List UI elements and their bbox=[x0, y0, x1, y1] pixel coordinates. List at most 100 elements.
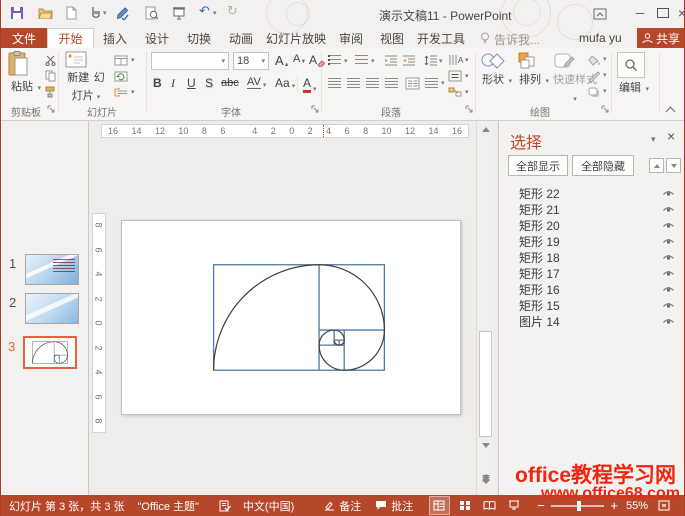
shape-effects-dropdown[interactable]: ▾ bbox=[603, 88, 607, 95]
slideshow-view-button[interactable] bbox=[505, 497, 523, 514]
format-painter-icon[interactable] bbox=[43, 86, 57, 98]
selection-item[interactable]: 矩形 20 bbox=[499, 217, 685, 233]
selection-item[interactable]: 矩形 22 bbox=[499, 185, 685, 201]
shape-effects-icon[interactable] bbox=[587, 86, 601, 98]
selection-item[interactable]: 矩形 17 bbox=[499, 265, 685, 281]
tab-design[interactable]: 设计 bbox=[136, 28, 178, 48]
text-direction-icon[interactable]: A bbox=[447, 54, 463, 66]
layout-dropdown[interactable]: ▾ bbox=[131, 57, 135, 64]
slide-sorter-view-button[interactable] bbox=[456, 497, 474, 514]
shape-fill-dropdown[interactable]: ▾ bbox=[603, 56, 607, 63]
font-name-combo[interactable]: ▾ bbox=[151, 52, 229, 70]
bold-button[interactable]: B bbox=[153, 76, 162, 90]
open-icon[interactable] bbox=[37, 5, 53, 21]
zoom-slider[interactable] bbox=[551, 505, 605, 507]
clear-formatting-button[interactable]: A bbox=[309, 53, 325, 67]
shape-outline-dropdown[interactable]: ▾ bbox=[603, 72, 607, 79]
zoom-percentage[interactable]: 55% bbox=[626, 500, 648, 512]
reset-slide-icon[interactable] bbox=[113, 70, 129, 82]
new-file-icon[interactable] bbox=[63, 5, 79, 21]
align-text-icon[interactable] bbox=[447, 70, 463, 82]
tab-file[interactable]: 文件 bbox=[1, 28, 47, 48]
drawing-dialog-launcher[interactable] bbox=[601, 105, 609, 113]
ribbon-display-options-icon[interactable] bbox=[591, 6, 609, 21]
font-dialog-launcher[interactable] bbox=[311, 105, 319, 113]
line-spacing-icon[interactable] bbox=[423, 54, 438, 66]
strikethrough-button[interactable]: abc bbox=[221, 77, 239, 89]
undo-dropdown[interactable]: ▾ bbox=[213, 10, 217, 17]
section-icon[interactable] bbox=[113, 86, 129, 98]
tab-review[interactable]: 审阅 bbox=[330, 28, 372, 48]
touch-mode-dropdown[interactable]: ▾ bbox=[103, 10, 107, 17]
shape-outline-icon[interactable] bbox=[587, 70, 601, 82]
shrink-font-button[interactable]: A▼ bbox=[293, 53, 306, 65]
undo-icon[interactable]: ↶ bbox=[199, 3, 210, 19]
selection-item[interactable]: 矩形 18 bbox=[499, 249, 685, 265]
columns-boxed-icon[interactable] bbox=[404, 76, 420, 90]
align-center-icon[interactable] bbox=[347, 78, 360, 88]
convert-smartart-icon[interactable] bbox=[447, 86, 463, 98]
text-shadow-button[interactable]: S bbox=[205, 76, 213, 90]
reorder-up-button[interactable] bbox=[649, 158, 664, 173]
clipboard-dialog-launcher[interactable] bbox=[47, 105, 55, 113]
copy-icon[interactable] bbox=[43, 70, 57, 82]
arrange-button[interactable]: 排列 ▾ bbox=[517, 52, 551, 88]
scroll-up-arrow[interactable] bbox=[482, 127, 490, 132]
font-color-button[interactable]: A▾ bbox=[303, 76, 317, 93]
notes-icon[interactable]: 备注 bbox=[324, 498, 361, 514]
pane-options-dropdown[interactable]: ▾ bbox=[651, 135, 656, 144]
shapes-button[interactable]: 形状 ▾ bbox=[480, 52, 514, 88]
account-user-name[interactable]: mufa yu bbox=[579, 31, 622, 45]
grow-font-button[interactable]: A▲ bbox=[275, 53, 290, 68]
close-button[interactable]: × bbox=[674, 4, 685, 21]
numbering-dropdown[interactable]: ▾ bbox=[371, 58, 375, 65]
share-button[interactable]: 共享 bbox=[637, 28, 685, 48]
theme-name[interactable]: "Office 主题" bbox=[138, 498, 199, 514]
slide-editing-area[interactable]: 1614121086420246810121416 8 6 4 2 0 2 4 … bbox=[89, 121, 498, 495]
slide-thumbnail-2[interactable] bbox=[25, 293, 79, 324]
reading-view-button[interactable] bbox=[480, 497, 498, 514]
tab-slideshow[interactable]: 幻灯片放映 bbox=[262, 28, 330, 48]
layout-icon[interactable] bbox=[113, 54, 129, 66]
zoom-slider-thumb[interactable] bbox=[577, 501, 581, 511]
slide-thumbnail-1[interactable] bbox=[25, 254, 79, 285]
save-icon[interactable] bbox=[9, 5, 25, 21]
eye-visibility-icon[interactable] bbox=[662, 253, 675, 261]
spelling-icon[interactable] bbox=[115, 5, 131, 21]
tab-view[interactable]: 视图 bbox=[372, 28, 412, 48]
tab-home-selected[interactable]: 开始 bbox=[47, 28, 94, 48]
slide-thumbnail-3-selected[interactable] bbox=[23, 336, 77, 369]
convert-smartart-dropdown[interactable]: ▾ bbox=[465, 89, 469, 96]
minimize-button[interactable]: ─ bbox=[631, 5, 649, 21]
eye-visibility-icon[interactable] bbox=[662, 317, 675, 325]
selection-item[interactable]: 矩形 21 bbox=[499, 201, 685, 217]
eye-visibility-icon[interactable] bbox=[662, 221, 675, 229]
align-right-icon[interactable] bbox=[366, 78, 379, 88]
tab-animations[interactable]: 动画 bbox=[220, 28, 262, 48]
paragraph-dialog-launcher[interactable] bbox=[465, 105, 473, 113]
new-slide-button[interactable]: 新建 幻灯片 ▾ bbox=[65, 51, 107, 104]
tab-insert[interactable]: 插入 bbox=[94, 28, 136, 48]
columns-icon[interactable] bbox=[425, 78, 438, 88]
normal-view-button[interactable] bbox=[429, 496, 449, 515]
line-spacing-dropdown[interactable]: ▾ bbox=[439, 58, 443, 65]
collapse-ribbon-button[interactable] bbox=[666, 107, 676, 117]
decrease-indent-icon[interactable] bbox=[383, 54, 398, 66]
selection-item[interactable]: 矩形 19 bbox=[499, 233, 685, 249]
underline-button[interactable]: U bbox=[187, 76, 196, 90]
eye-visibility-icon[interactable] bbox=[662, 269, 675, 277]
next-slide-button[interactable] bbox=[482, 475, 490, 484]
character-spacing-button[interactable]: AV▾ bbox=[247, 76, 266, 89]
numbering-icon[interactable] bbox=[355, 55, 368, 66]
bullets-dropdown[interactable]: ▾ bbox=[344, 58, 348, 65]
eye-visibility-icon[interactable] bbox=[662, 301, 675, 309]
touch-mode-icon[interactable] bbox=[87, 5, 103, 21]
slide-scrollbar[interactable] bbox=[476, 121, 494, 495]
show-all-button[interactable]: 全部显示 bbox=[508, 155, 568, 176]
scrollbar-thumb[interactable] bbox=[479, 331, 492, 437]
change-case-button[interactable]: Aa▾ bbox=[275, 76, 295, 90]
italic-button[interactable]: I bbox=[171, 76, 175, 91]
columns-dropdown[interactable]: ▾ bbox=[441, 80, 445, 87]
scroll-down-arrow[interactable] bbox=[482, 443, 490, 448]
zoom-out-button[interactable]: − bbox=[537, 498, 545, 513]
